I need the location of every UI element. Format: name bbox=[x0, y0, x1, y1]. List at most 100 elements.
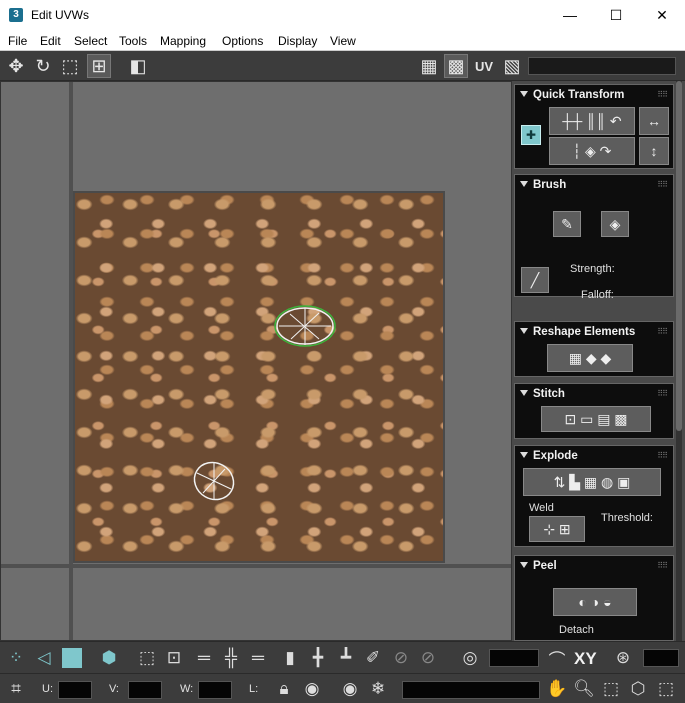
collapse-arrow-icon[interactable] bbox=[520, 91, 528, 97]
paint-select-shrink-icon[interactable]: ⊘ bbox=[416, 646, 440, 670]
texture-settings-icon[interactable]: ▧ bbox=[500, 54, 524, 78]
edge-select-icon[interactable]: ◁ bbox=[32, 646, 56, 670]
grow-select-icon[interactable]: ⬚ bbox=[135, 646, 159, 670]
menu-mapping[interactable]: Mapping bbox=[160, 34, 206, 48]
collapse-arrow-icon[interactable] bbox=[520, 181, 528, 187]
rollout-title[interactable]: Explode bbox=[533, 450, 578, 462]
w-label: W: bbox=[180, 683, 194, 695]
rotate-icon[interactable]: ↻ bbox=[31, 54, 55, 78]
pan-icon[interactable]: ✋ bbox=[545, 677, 569, 701]
transform-gizmo-icon[interactable]: ⌗ bbox=[4, 677, 28, 701]
coordinate-value-field[interactable] bbox=[643, 649, 679, 667]
collapse-arrow-icon[interactable] bbox=[520, 562, 528, 568]
zoom-region-icon[interactable]: ⬚ bbox=[599, 677, 623, 701]
menu-tools[interactable]: Tools bbox=[119, 34, 147, 48]
lock-icon[interactable]: 🔒︎ bbox=[272, 677, 296, 701]
rollout-title[interactable]: Brush bbox=[533, 179, 566, 191]
checker-pattern-icon[interactable]: ▦ bbox=[417, 54, 441, 78]
zoom-selected-icon[interactable]: ⬚ bbox=[654, 677, 678, 701]
brush-icon[interactable]: ✐ bbox=[361, 646, 385, 670]
soft-select-icon[interactable]: ◎ bbox=[458, 646, 482, 670]
uv-label[interactable]: UV bbox=[472, 54, 496, 78]
uv-island-upper[interactable] bbox=[274, 305, 336, 347]
grip-icon[interactable]: ⠿⠿ bbox=[657, 90, 668, 99]
checker-teal-icon[interactable]: ▩ bbox=[444, 54, 468, 78]
status-bar: ⌗ U: V: W: L: 🔒︎ ◉ ◉ ❄ ✋ 🔍︎ ⬚ ⬡ ⬚ bbox=[0, 673, 685, 703]
menu-display[interactable]: Display bbox=[278, 34, 317, 48]
rollout-explode: Explode ⠿⠿ ⇅ ▙ ▦ ◍ ▣ Weld Threshold: ⊹ ⊞ bbox=[514, 445, 674, 547]
relax-brush-icon[interactable]: ◈ bbox=[601, 211, 629, 237]
app-icon: 3 bbox=[9, 8, 23, 22]
paint-move-icon[interactable]: ✎ bbox=[553, 211, 581, 237]
collapse-arrow-icon[interactable] bbox=[520, 390, 528, 396]
collapse-arrow-icon[interactable] bbox=[520, 452, 528, 458]
grip-icon[interactable]: ⠿⠿ bbox=[657, 180, 668, 189]
freeze-icon[interactable]: ❄ bbox=[366, 677, 390, 701]
menu-edit[interactable]: Edit bbox=[40, 34, 61, 48]
space-vertical-icon[interactable]: ↕ bbox=[639, 137, 669, 165]
shrink-select-icon[interactable]: ⊡ bbox=[162, 646, 186, 670]
align-vertical-group-icon[interactable]: ┆ ◈ ↷ bbox=[549, 137, 635, 165]
falloff-curve-icon[interactable]: ⌒ bbox=[545, 646, 569, 670]
grip-icon[interactable]: ⠿⠿ bbox=[657, 451, 668, 460]
selection-set-field[interactable] bbox=[402, 681, 540, 699]
paint-select-icon[interactable]: ▮ bbox=[278, 646, 302, 670]
uv-viewport[interactable] bbox=[0, 81, 512, 641]
paint-select-grow-icon[interactable]: ⊘ bbox=[389, 646, 413, 670]
maximize-button[interactable]: ☐ bbox=[593, 0, 639, 31]
loop-select-icon[interactable]: ═ bbox=[192, 646, 216, 670]
menu-view[interactable]: View bbox=[330, 34, 356, 48]
vertex-select-icon[interactable]: ⁘ bbox=[4, 646, 28, 670]
ring-select-icon[interactable]: ╬ bbox=[219, 646, 243, 670]
freeform-icon[interactable]: ⊞ bbox=[87, 54, 111, 78]
hide-icon[interactable]: ◉ bbox=[300, 677, 324, 701]
u-field[interactable] bbox=[58, 681, 92, 699]
coordinate-mode-icon[interactable]: ⊛ bbox=[611, 646, 635, 670]
menu-file[interactable]: File bbox=[8, 34, 27, 48]
menu-select[interactable]: Select bbox=[74, 34, 107, 48]
close-button[interactable]: ✕ bbox=[639, 0, 685, 31]
rollout-title[interactable]: Peel bbox=[533, 560, 557, 572]
collapse-arrow-icon[interactable] bbox=[520, 328, 528, 334]
rollout-title[interactable]: Stitch bbox=[533, 388, 565, 400]
zoom-extents-icon[interactable]: ⬡ bbox=[626, 677, 650, 701]
rollout-title[interactable]: Reshape Elements bbox=[533, 326, 635, 338]
texture-dropdown[interactable] bbox=[528, 57, 676, 75]
weld-label: Weld bbox=[529, 502, 554, 514]
peel-buttons-icon[interactable]: ◐ ◑ ◒ bbox=[553, 588, 637, 616]
element-select-icon[interactable]: ⬢ bbox=[97, 646, 121, 670]
zoom-icon[interactable]: 🔍︎ bbox=[572, 677, 596, 701]
xy-label[interactable]: XY bbox=[574, 649, 597, 669]
rollout-title[interactable]: Quick Transform bbox=[533, 89, 624, 101]
explode-buttons-icon[interactable]: ⇅ ▙ ▦ ◍ ▣ bbox=[523, 468, 661, 496]
v-field[interactable] bbox=[128, 681, 162, 699]
align-horizontal-group-icon[interactable]: ┼┼ ║║ ↶ bbox=[549, 107, 635, 135]
select-minus-icon[interactable]: ┻ bbox=[334, 646, 358, 670]
uv-island-lower[interactable] bbox=[188, 455, 241, 506]
move-icon[interactable]: ✥ bbox=[4, 54, 28, 78]
w-field[interactable] bbox=[198, 681, 232, 699]
eye-icon[interactable]: ◉ bbox=[338, 677, 362, 701]
main-toolbar: ✥ ↻ ⬚ ⊞ ◧ ▦ ▩ UV ▧ bbox=[0, 51, 685, 81]
panel-scrollbar[interactable] bbox=[676, 81, 682, 641]
space-horizontal-icon[interactable]: ↔ bbox=[639, 107, 669, 135]
texture-map bbox=[73, 191, 445, 563]
minimize-button[interactable]: — bbox=[547, 0, 593, 31]
scrollbar-thumb[interactable] bbox=[676, 81, 682, 431]
grip-icon[interactable]: ⠿⠿ bbox=[657, 327, 668, 336]
straighten-relax-icon[interactable]: ▦ ◆ ◆ bbox=[547, 344, 633, 372]
soft-select-value-field[interactable] bbox=[489, 649, 539, 667]
falloff-curve-icon[interactable]: ╱ bbox=[521, 267, 549, 293]
mirror-icon[interactable]: ◧ bbox=[126, 54, 150, 78]
grip-icon[interactable]: ⠿⠿ bbox=[657, 561, 668, 570]
select-plus-icon[interactable]: ╋ bbox=[306, 646, 330, 670]
face-select-icon[interactable] bbox=[60, 646, 84, 670]
edge-ring-icon[interactable]: ═ bbox=[246, 646, 270, 670]
rollout-reshape-elements: Reshape Elements ⠿⠿ ▦ ◆ ◆ bbox=[514, 321, 674, 377]
weld-buttons-icon[interactable]: ⊹ ⊞ bbox=[529, 516, 585, 542]
scale-icon[interactable]: ⬚ bbox=[58, 54, 82, 78]
stitch-buttons-icon[interactable]: ⊡ ▭ ▤ ▩ bbox=[541, 406, 651, 432]
align-center-icon[interactable]: ✚ bbox=[521, 125, 541, 145]
grip-icon[interactable]: ⠿⠿ bbox=[657, 389, 668, 398]
menu-options[interactable]: Options bbox=[222, 34, 263, 48]
